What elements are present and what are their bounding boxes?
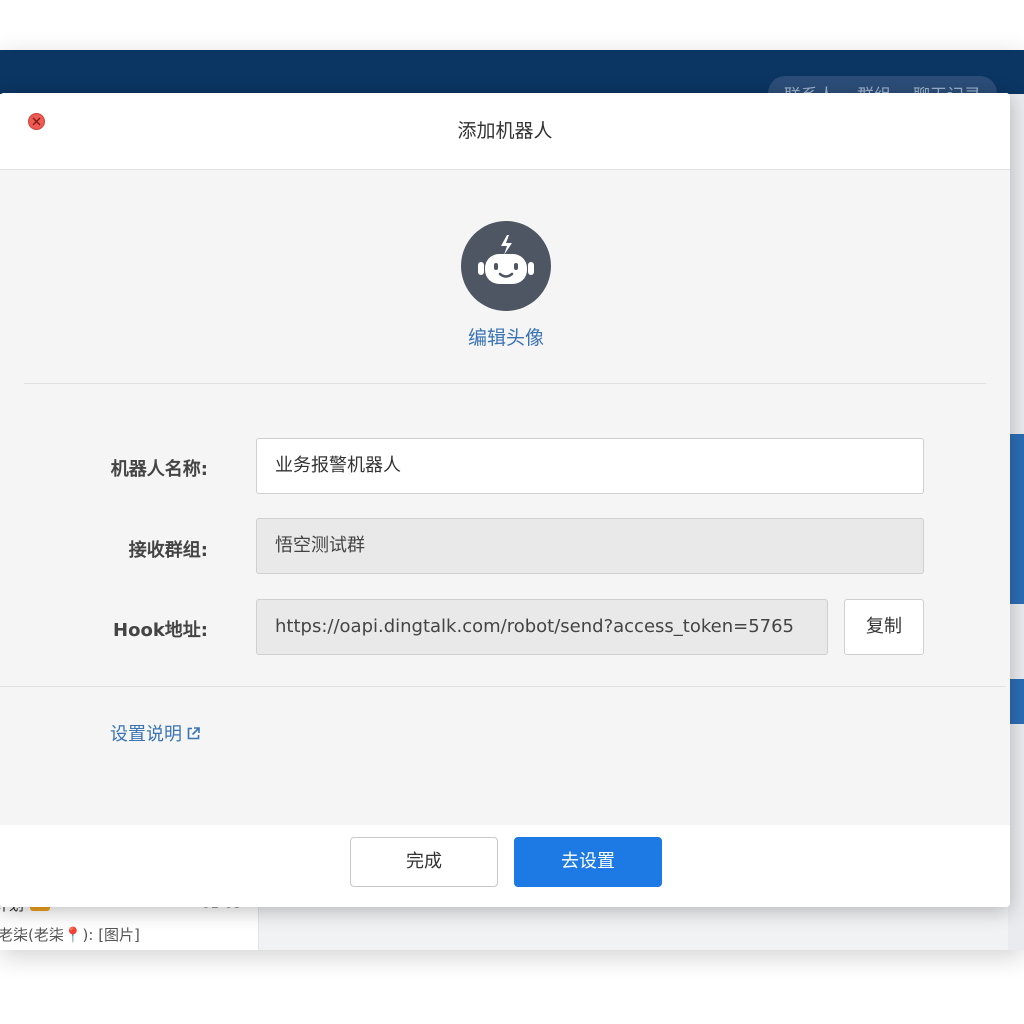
setup-guide-link[interactable]: 设置说明 (110, 720, 201, 746)
hook-url-label: Hook地址: (113, 620, 208, 641)
add-robot-dialog: 添加机器人 编辑头像 机器人名称: 业务报警机器人 接收群组: 悟空测试群 Ho… (0, 93, 1010, 907)
close-button[interactable] (28, 113, 45, 130)
robot-name-input[interactable]: 业务报警机器人 (256, 438, 924, 494)
external-link-icon (187, 726, 200, 739)
robot-avatar-icon (478, 235, 534, 284)
setup-guide-label: 设置说明 (110, 724, 182, 745)
hook-url-field[interactable]: https://oapi.dingtalk.com/robot/send?acc… (256, 599, 828, 655)
robot-avatar[interactable] (461, 221, 551, 311)
robot-name-label: 机器人名称: (110, 459, 208, 480)
divider (0, 686, 1006, 687)
list-item-preview: 老柒(老柒📍): [图片] (0, 926, 140, 944)
right-panel-edge (1008, 94, 1024, 950)
done-button[interactable]: 完成 (350, 837, 498, 887)
go-setup-button[interactable]: 去设置 (514, 837, 662, 887)
dialog-title: 添加机器人 (457, 120, 553, 142)
receive-group-field: 悟空测试群 (256, 518, 924, 574)
right-panel-highlight (1008, 434, 1024, 604)
copy-button[interactable]: 复制 (844, 599, 924, 655)
divider (24, 383, 986, 384)
dialog-header: 添加机器人 (0, 93, 1010, 170)
right-panel-highlight-2 (1008, 679, 1024, 724)
receive-group-label: 接收群组: (128, 540, 208, 561)
edit-avatar-link[interactable]: 编辑头像 (400, 323, 612, 350)
dialog-footer: 完成 去设置 (0, 825, 1010, 907)
close-icon (32, 117, 41, 126)
